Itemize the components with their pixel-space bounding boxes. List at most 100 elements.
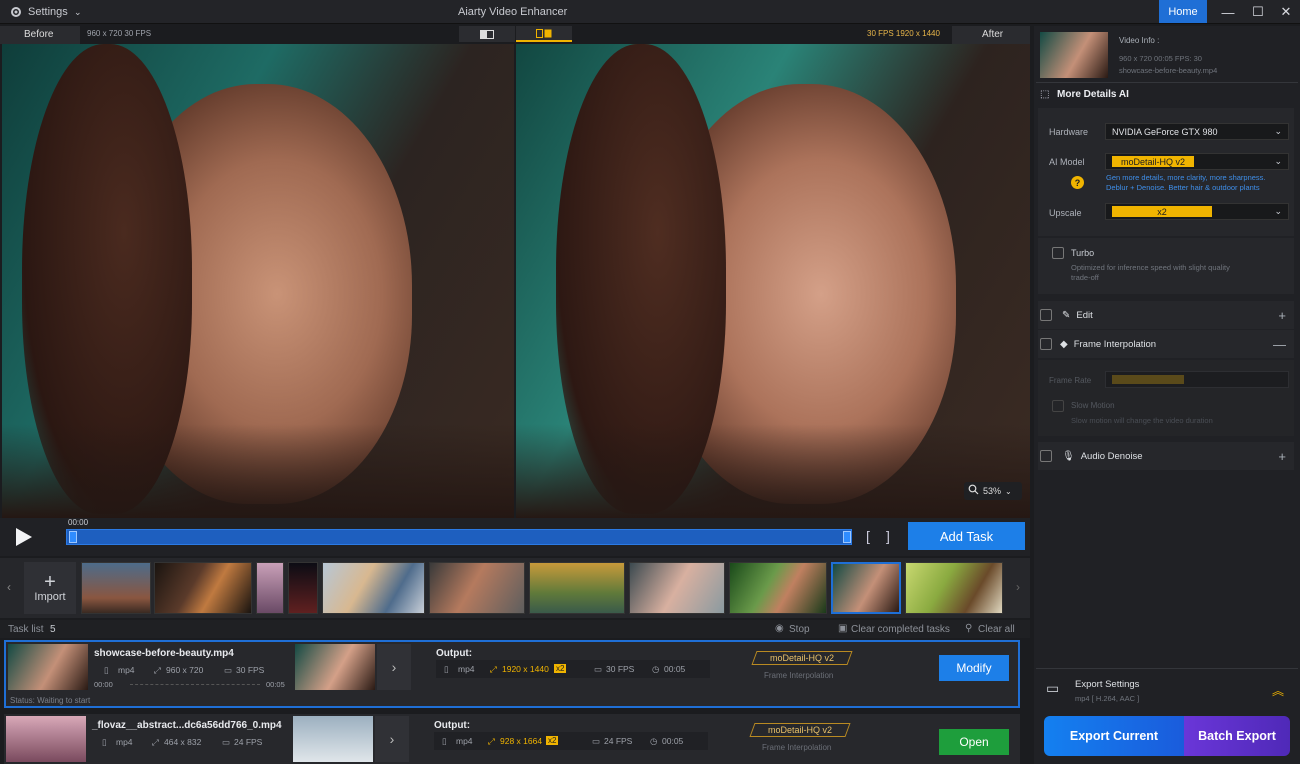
zoom-value: 53%: [983, 486, 1002, 496]
shadow-gradient: [2, 424, 514, 518]
filmstrip-thumbnail[interactable]: [429, 562, 525, 614]
modify-button[interactable]: Modify: [939, 655, 1009, 681]
task-thumbnail: [8, 644, 88, 690]
import-label: Import: [34, 591, 66, 603]
export-current-button[interactable]: Export Current: [1044, 716, 1184, 756]
task-thumbnail: [6, 716, 86, 762]
divider: [1036, 82, 1298, 83]
frame-interpolation-label: Frame Interpolation: [1073, 338, 1157, 350]
minus-icon[interactable]: —: [1273, 337, 1286, 352]
output-thumbnail: [293, 716, 373, 762]
filmstrip-thumbnail[interactable]: [629, 562, 725, 614]
edit-checkbox[interactable]: [1040, 309, 1052, 321]
clock-icon: ◷: [652, 664, 660, 674]
chevron-up-icon[interactable]: ︽: [1272, 682, 1284, 699]
output-resolution: 1920 x 1440: [502, 664, 549, 674]
ai-model-description-1: Gen more details, more clarity, more sha…: [1106, 173, 1266, 182]
task-list-title: Task list: [8, 624, 44, 635]
gear-icon[interactable]: [9, 5, 23, 19]
shadow-gradient: [516, 424, 1030, 518]
audio-denoise-checkbox[interactable]: [1040, 450, 1052, 462]
stop-button[interactable]: Stop: [789, 624, 810, 635]
slow-motion-label: Slow Motion: [1071, 401, 1115, 410]
frame-interpolation-section[interactable]: ◆ Frame Interpolation —: [1038, 330, 1294, 358]
frame-interpolation-checkbox[interactable]: [1040, 338, 1052, 350]
help-icon[interactable]: ?: [1071, 176, 1084, 189]
mark-out-icon[interactable]: ]: [886, 528, 890, 544]
play-button[interactable]: [12, 526, 38, 548]
export-settings-icon[interactable]: ▭: [1046, 680, 1059, 697]
filmstrip-thumbnail[interactable]: [729, 562, 827, 614]
hardware-select[interactable]: NVIDIA GeForce GTX 980 ⌄: [1105, 123, 1289, 140]
task-file-name: _flovaz__abstract...dc6a56dd766_0.mp4: [92, 720, 282, 731]
plus-icon[interactable]: +: [1278, 308, 1286, 323]
settings-label[interactable]: Settings: [28, 0, 68, 24]
open-button[interactable]: Open: [939, 729, 1009, 755]
edit-icon: ✎: [1062, 309, 1071, 321]
upscale-select[interactable]: x2 ⌄: [1105, 203, 1289, 220]
chevron-down-icon: ⌄: [1274, 156, 1282, 166]
task-sub-model: Frame Interpolation: [764, 671, 834, 680]
split-view-button[interactable]: [459, 26, 515, 42]
filmstrip-thumbnail[interactable]: [322, 562, 425, 614]
play-icon: [16, 528, 32, 546]
add-task-button[interactable]: Add Task: [908, 522, 1025, 550]
plus-icon: +: [44, 571, 56, 593]
output-label: Output:: [434, 720, 471, 731]
task-row[interactable]: _flovaz__abstract...dc6a56dd766_0.mp4 ▯ …: [4, 714, 1020, 764]
after-info: 30 FPS 1920 x 1440: [867, 29, 940, 38]
minimize-icon[interactable]: —: [1212, 0, 1244, 24]
batch-export-button[interactable]: Batch Export: [1184, 716, 1290, 756]
zoom-control[interactable]: 53% ⌄: [964, 482, 1022, 500]
chevron-right-icon: ›: [375, 716, 409, 762]
chevron-down-icon[interactable]: ⌄: [74, 0, 82, 24]
export-settings-label[interactable]: Export Settings: [1075, 679, 1139, 690]
clear-completed-button[interactable]: Clear completed tasks: [851, 624, 950, 635]
timeline-end-handle[interactable]: [843, 531, 851, 543]
divider: [1036, 668, 1298, 669]
filmstrip-thumbnail[interactable]: [154, 562, 252, 614]
side-by-side-button[interactable]: [516, 26, 572, 42]
chevron-down-icon: ⌄: [1274, 206, 1282, 216]
clear-all-button[interactable]: Clear all: [978, 624, 1015, 635]
output-format: mp4: [456, 736, 473, 746]
enhance-icon: ⬚: [1040, 89, 1050, 100]
upscale-label: Upscale: [1049, 208, 1082, 218]
scroll-left-icon[interactable]: ‹: [7, 580, 11, 594]
timeline-track[interactable]: [66, 529, 852, 545]
edit-section[interactable]: ✎ Edit +: [1038, 301, 1294, 329]
mark-in-icon[interactable]: [: [866, 528, 870, 544]
filmstrip-thumbnail[interactable]: [256, 562, 284, 614]
zoom-icon: [968, 484, 979, 498]
broom-icon[interactable]: ⚲: [965, 623, 972, 634]
home-button[interactable]: Home: [1159, 0, 1207, 23]
turbo-description-2: trade-off: [1071, 273, 1099, 282]
slow-motion-checkbox[interactable]: [1052, 400, 1064, 412]
audio-denoise-section[interactable]: 🎙 Audio Denoise +: [1038, 442, 1294, 470]
plus-icon[interactable]: +: [1278, 449, 1286, 464]
filmstrip-thumbnail[interactable]: [905, 562, 1003, 614]
clear-completed-icon[interactable]: ▣: [838, 623, 847, 634]
filmstrip-thumbnail[interactable]: [529, 562, 625, 614]
ai-model-select[interactable]: moDetail-HQ v2 ⌄: [1105, 153, 1289, 170]
filmstrip-thumbnail-selected[interactable]: [831, 562, 901, 614]
file-icon: ▯: [104, 665, 109, 675]
resolution-icon: ⤢: [488, 736, 495, 746]
close-icon[interactable]: ✕: [1270, 0, 1300, 24]
turbo-checkbox[interactable]: [1052, 247, 1064, 259]
frame-rate-label: Frame Rate: [1049, 376, 1092, 385]
microphone-icon: 🎙: [1062, 450, 1075, 462]
task-row[interactable]: showcase-before-beauty.mp4 ▯ mp4 ⤢ 960 x…: [4, 640, 1020, 708]
stop-icon[interactable]: ◉: [775, 623, 784, 634]
scroll-right-icon[interactable]: ›: [1016, 580, 1020, 594]
chevron-down-icon: ⌄: [1005, 486, 1012, 496]
filmstrip-thumbnail[interactable]: [81, 562, 151, 614]
before-preview-image: [2, 44, 514, 518]
task-model-badge: moDetail-HQ v2: [751, 651, 853, 665]
import-button[interactable]: + Import: [24, 562, 76, 614]
file-icon: ▯: [102, 737, 107, 747]
frame-rate-select[interactable]: [1105, 371, 1289, 388]
timeline-start-handle[interactable]: [69, 531, 77, 543]
filmstrip-thumbnail[interactable]: [288, 562, 318, 614]
video-info-line: 960 x 720 00:05 FPS: 30: [1119, 54, 1202, 63]
